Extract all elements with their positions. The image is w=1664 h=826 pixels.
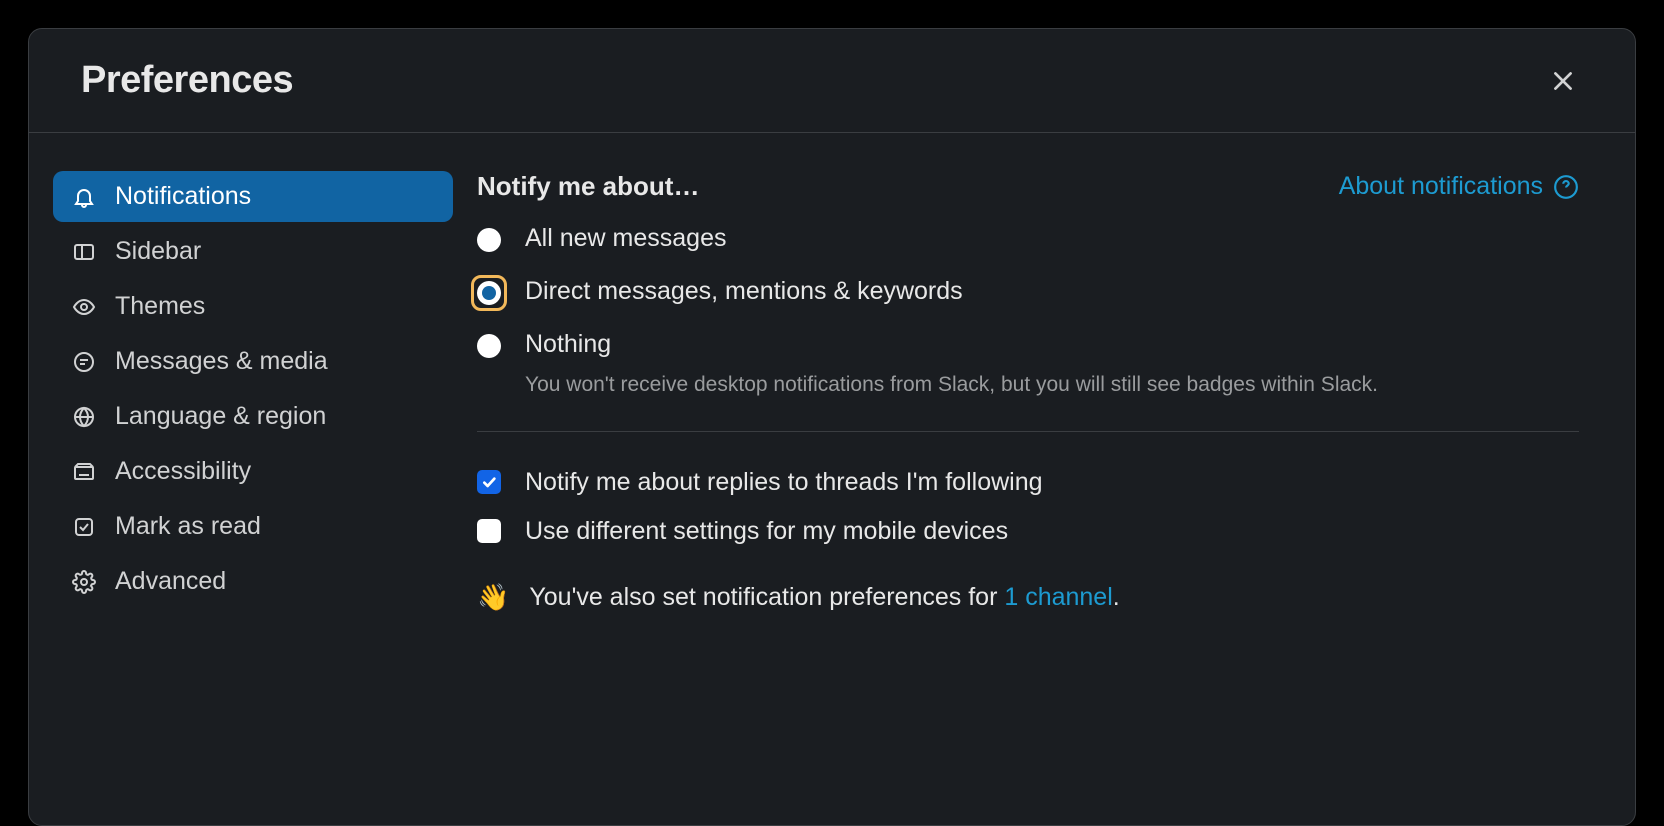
sidebar-item-notifications[interactable]: Notifications bbox=[53, 171, 453, 222]
check-label: Notify me about replies to threads I'm f… bbox=[525, 468, 1043, 497]
radio-input[interactable] bbox=[477, 281, 501, 305]
eye-icon bbox=[71, 295, 97, 319]
sidebar-item-label: Themes bbox=[115, 292, 205, 321]
content-panel: Notify me about… About notifications All… bbox=[477, 133, 1635, 825]
sidebar-item-mark-as-read[interactable]: Mark as read bbox=[53, 501, 453, 552]
question-circle-icon bbox=[1553, 174, 1579, 200]
bell-icon bbox=[71, 185, 97, 209]
sidebar-item-label: Accessibility bbox=[115, 457, 251, 486]
gear-icon bbox=[71, 570, 97, 594]
sidebar: Notifications Sidebar Themes Messages & … bbox=[29, 133, 477, 825]
help-link-label: About notifications bbox=[1339, 172, 1543, 201]
radio-all-new-messages[interactable]: All new messages bbox=[477, 224, 1579, 253]
radio-input[interactable] bbox=[477, 228, 501, 252]
check-label: Use different settings for my mobile dev… bbox=[525, 517, 1008, 546]
modal-body: Notifications Sidebar Themes Messages & … bbox=[29, 133, 1635, 825]
sidebar-item-label: Language & region bbox=[115, 402, 326, 431]
radio-input[interactable] bbox=[477, 334, 501, 358]
sidebar-item-label: Messages & media bbox=[115, 347, 328, 376]
check-mobile-settings[interactable]: Use different settings for my mobile dev… bbox=[477, 517, 1579, 546]
sidebar-item-language-region[interactable]: Language & region bbox=[53, 391, 453, 442]
sidebar-item-label: Advanced bbox=[115, 567, 226, 596]
sidebar-item-messages-media[interactable]: Messages & media bbox=[53, 336, 453, 387]
section-header: Notify me about… About notifications bbox=[477, 171, 1579, 202]
sidebar-item-label: Notifications bbox=[115, 182, 251, 211]
radio-label: Direct messages, mentions & keywords bbox=[525, 277, 963, 306]
sidebar-item-sidebar[interactable]: Sidebar bbox=[53, 226, 453, 277]
preferences-modal: Preferences Notifications Sidebar bbox=[28, 28, 1636, 826]
radio-label: Nothing bbox=[525, 330, 1378, 359]
sidebar-item-label: Sidebar bbox=[115, 237, 201, 266]
divider bbox=[477, 431, 1579, 432]
channel-prefs-note: 👋 You've also set notification preferenc… bbox=[477, 582, 1579, 613]
about-notifications-link[interactable]: About notifications bbox=[1339, 172, 1579, 201]
checkbox-input[interactable] bbox=[477, 470, 501, 494]
radio-sublabel: You won't receive desktop notifications … bbox=[525, 369, 1378, 401]
sidebar-item-label: Mark as read bbox=[115, 512, 261, 541]
chat-icon bbox=[71, 350, 97, 374]
modal-title: Preferences bbox=[81, 59, 293, 102]
globe-icon bbox=[71, 405, 97, 429]
keyboard-icon bbox=[71, 460, 97, 484]
radio-direct-messages[interactable]: Direct messages, mentions & keywords bbox=[477, 277, 1579, 306]
close-button[interactable] bbox=[1543, 61, 1583, 101]
check-square-icon bbox=[71, 515, 97, 539]
modal-header: Preferences bbox=[29, 29, 1635, 133]
panel-icon bbox=[71, 240, 97, 264]
sidebar-item-themes[interactable]: Themes bbox=[53, 281, 453, 332]
section-title: Notify me about… bbox=[477, 171, 699, 202]
sidebar-item-advanced[interactable]: Advanced bbox=[53, 556, 453, 607]
check-thread-replies[interactable]: Notify me about replies to threads I'm f… bbox=[477, 468, 1579, 497]
close-icon bbox=[1550, 68, 1576, 94]
radio-nothing[interactable]: Nothing You won't receive desktop notifi… bbox=[477, 330, 1579, 401]
channel-count-link[interactable]: 1 channel bbox=[1004, 583, 1112, 611]
sidebar-item-accessibility[interactable]: Accessibility bbox=[53, 446, 453, 497]
check-icon bbox=[481, 474, 497, 490]
wave-icon: 👋 bbox=[477, 582, 509, 613]
note-text: You've also set notification preferences… bbox=[529, 583, 1119, 612]
radio-label: All new messages bbox=[525, 224, 726, 253]
checkbox-input[interactable] bbox=[477, 519, 501, 543]
